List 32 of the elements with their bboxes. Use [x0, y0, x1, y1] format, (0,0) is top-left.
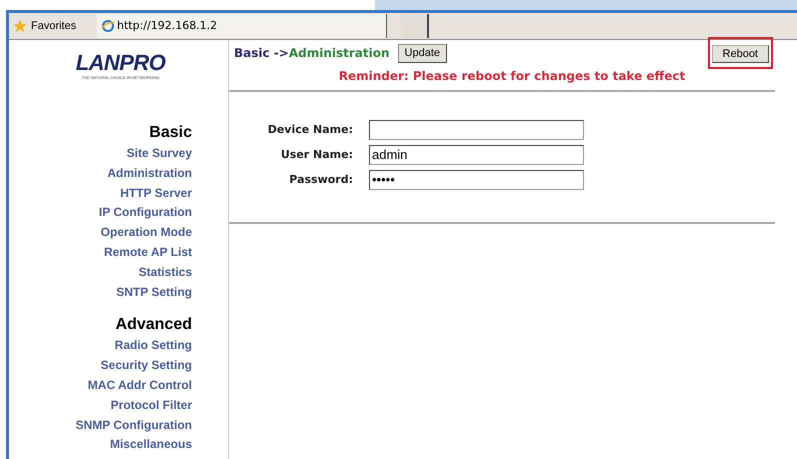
input-field[interactable] [369, 120, 584, 140]
sidebar-link[interactable]: Operation Mode [100, 223, 192, 243]
sidebar-link[interactable]: Miscellaneous [110, 435, 192, 456]
sidebar-link[interactable]: Site Survey [126, 144, 192, 164]
sidebar-link[interactable]: Radio Setting [114, 336, 192, 356]
sidebar-link[interactable]: SNTP Setting [116, 282, 192, 302]
sidebar-link[interactable]: Statistics [138, 262, 192, 283]
lanpro-logo: LANPRO [76, 52, 166, 74]
sidebar-link[interactable]: Protocol Filter [110, 396, 192, 416]
sidebar-heading: Basic [149, 123, 192, 143]
sidebar-link[interactable]: Remote AP List [104, 242, 192, 263]
reboot-button[interactable]: Reboot [712, 45, 769, 63]
update-button[interactable]: Update [398, 44, 447, 62]
field-label: User Name: [280, 146, 354, 163]
breadcrumb: Basic ->Administration [234, 45, 390, 62]
new-tab-button[interactable] [401, 14, 429, 38]
reminder-text: Reminder: Please reboot for changes to take effect [338, 68, 686, 85]
browser-globe-icon [101, 19, 115, 33]
browser-tab[interactable]: http://192.168.1.2 [97, 14, 387, 38]
sidebar-link[interactable]: Administration [107, 164, 192, 184]
sidebar-heading: Advanced [116, 315, 192, 336]
sidebar-link[interactable]: Security Setting [100, 356, 192, 376]
field-label: Device Name: [266, 122, 354, 138]
sidebar-link[interactable]: HTTP Server [120, 184, 192, 204]
favorites-label[interactable]: Favorites [31, 18, 76, 34]
sidebar-link[interactable]: MAC Addr Control [88, 376, 192, 396]
sidebar-link[interactable]: IP Configuration [98, 203, 192, 224]
star-icon [13, 19, 27, 33]
input-field[interactable]: ••••• [369, 170, 584, 190]
sidebar-link[interactable]: SNMP Configuration [76, 416, 192, 436]
input-field[interactable]: admin [369, 145, 584, 165]
field-label: Password: [288, 172, 354, 188]
